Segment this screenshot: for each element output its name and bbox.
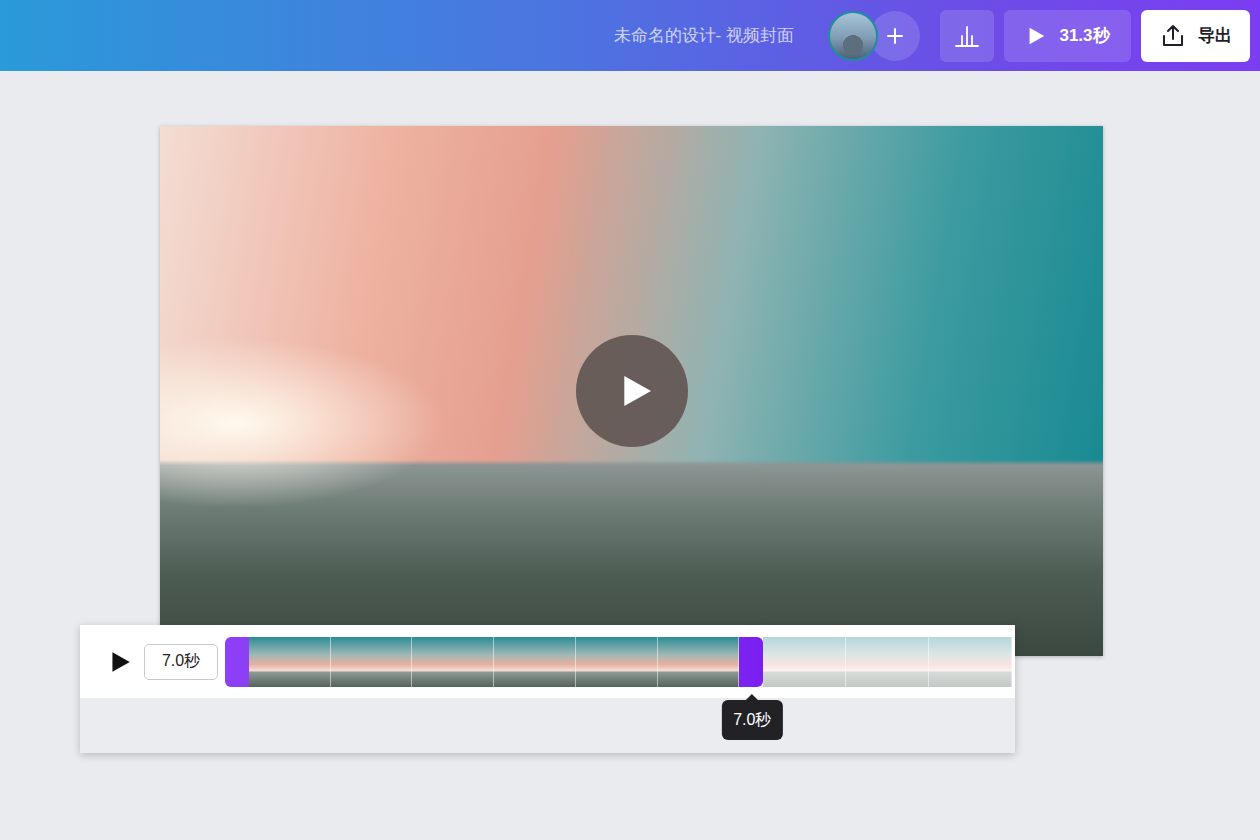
export-button[interactable]: 导出 <box>1141 10 1250 62</box>
chart-icon <box>954 24 980 48</box>
timeline-row: 7.0秒 <box>80 625 1015 698</box>
trim-tooltip: 7.0秒 <box>722 700 782 740</box>
frame-thumbnail <box>412 637 494 687</box>
frame-thumbnail <box>494 637 576 687</box>
top-bar: 未命名的设计- 视频封面 31.3秒 导出 <box>0 0 1260 71</box>
video-play-button[interactable] <box>576 335 688 447</box>
design-title[interactable]: 未命名的设计- 视频封面 <box>614 24 794 47</box>
frame-thumbnail <box>331 637 413 687</box>
frame-thumbnail <box>576 637 658 687</box>
editor-page: 未命名的设计- 视频封面 31.3秒 导出 7.0秒 7.0秒 <box>0 0 1260 840</box>
upload-icon <box>1160 23 1186 49</box>
frame-thumbnail <box>846 637 929 687</box>
frame-thumbnail <box>929 637 1012 687</box>
play-icon <box>1025 25 1047 47</box>
frame-strip <box>225 637 1012 687</box>
collaborators <box>828 11 920 61</box>
plus-icon <box>885 26 905 46</box>
export-label: 导出 <box>1198 24 1232 47</box>
play-duration: 31.3秒 <box>1059 24 1109 47</box>
duration-field[interactable]: 7.0秒 <box>144 644 218 680</box>
play-icon <box>616 371 656 411</box>
play-button[interactable]: 31.3秒 <box>1004 10 1131 62</box>
trim-panel: 7.0秒 7.0秒 <box>80 625 1015 753</box>
frame-thumbnail <box>763 637 846 687</box>
canvas-area: 7.0秒 7.0秒 <box>0 71 1260 840</box>
frame-thumbnail <box>658 637 740 687</box>
timeline-play-button[interactable] <box>107 648 133 676</box>
trim-selection[interactable] <box>225 637 763 687</box>
frame-thumbnail <box>249 637 331 687</box>
video-preview[interactable] <box>160 126 1103 656</box>
play-icon <box>107 649 133 675</box>
user-avatar[interactable] <box>828 11 878 61</box>
insights-button[interactable] <box>940 10 994 62</box>
